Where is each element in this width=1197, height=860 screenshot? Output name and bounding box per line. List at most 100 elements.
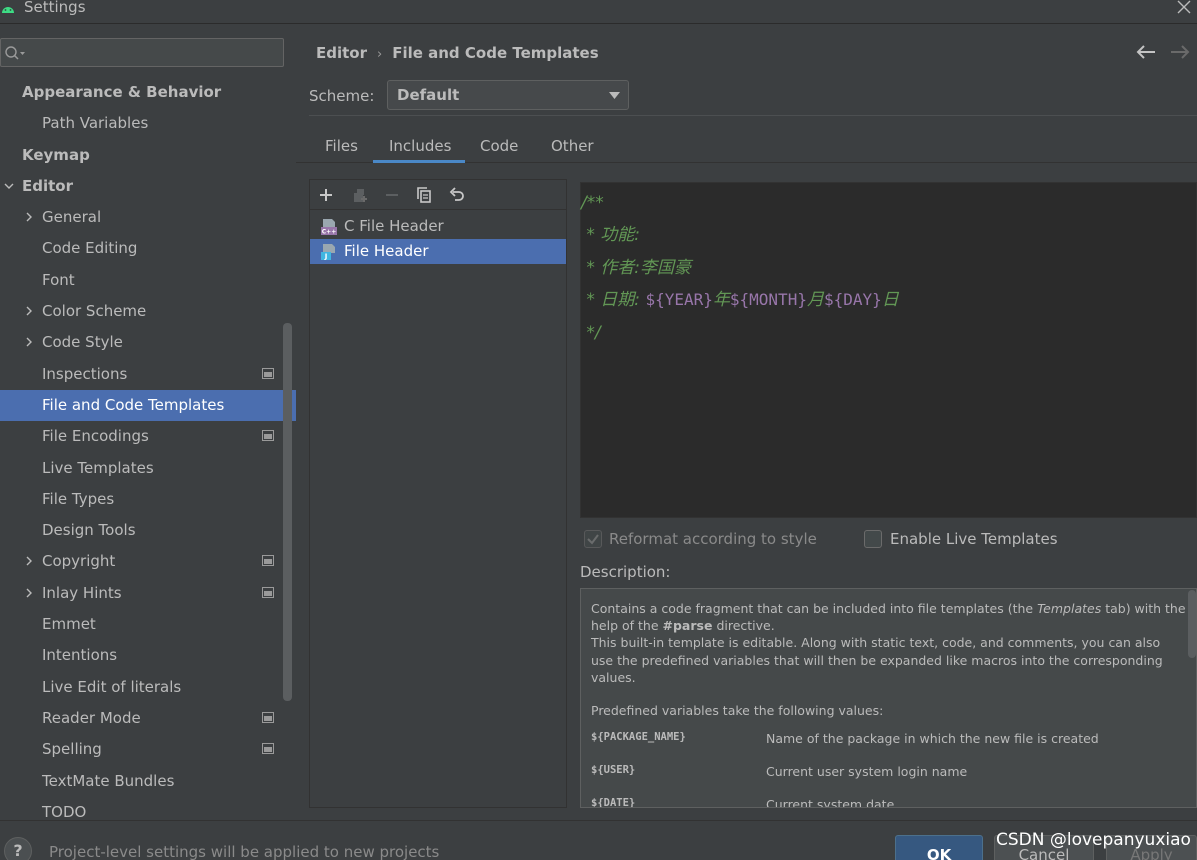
chevron-right-icon[interactable] [24, 556, 34, 566]
forward-arrow-icon[interactable] [1170, 45, 1190, 59]
sidebar-item-todo[interactable]: TODO [0, 797, 296, 820]
search-icon[interactable] [4, 45, 26, 61]
breadcrumb: Editor › File and Code Templates [316, 44, 599, 62]
sidebar-item-spelling[interactable]: Spelling [0, 734, 296, 765]
variable-name: ${DATE} [591, 797, 636, 808]
sidebar-item-file-types[interactable]: File Types [0, 484, 296, 515]
template-variable: ${MONTH} [729, 290, 807, 310]
remove-icon[interactable] [384, 187, 400, 203]
sidebar-item-inspections[interactable]: Inspections [0, 359, 296, 390]
scheme-value: Default [397, 86, 460, 104]
template-code-editor[interactable]: /** * 功能: * 作者:李国豪 * 日期: ${YEAR}年${MONTH… [580, 182, 1197, 518]
code-line: /** [581, 187, 1196, 219]
scheme-dropdown[interactable]: Default [387, 80, 629, 110]
checkmark-icon [587, 534, 599, 545]
tab-other[interactable]: Other [551, 137, 594, 155]
sidebar-item-intentions[interactable]: Intentions [0, 640, 296, 671]
template-list-item-label: File Header [344, 242, 429, 260]
reformat-checkbox[interactable] [584, 530, 602, 548]
back-arrow-icon[interactable] [1136, 45, 1156, 59]
search-input[interactable] [29, 42, 279, 64]
chevron-right-icon[interactable] [24, 306, 34, 316]
add-child-icon[interactable] [352, 187, 368, 203]
sidebar-item-label: Copyright [42, 552, 116, 571]
project-scope-icon [262, 743, 274, 755]
code-comment: * 作者:李国豪 [581, 257, 692, 278]
sidebar-item-font[interactable]: Font [0, 265, 296, 296]
live-templates-checkbox[interactable] [864, 530, 882, 548]
variable-name: ${USER} [591, 764, 636, 777]
template-list-toolbar [310, 180, 566, 210]
reset-icon[interactable] [449, 187, 465, 203]
code-comment: 月 [806, 290, 824, 311]
code-comment: /** [581, 193, 604, 213]
sidebar-item-label: Intentions [42, 646, 118, 665]
sidebar-item-appearance-behavior[interactable]: Appearance & Behavior [0, 77, 296, 108]
project-scope-icon [262, 711, 274, 723]
sidebar-item-color-scheme[interactable]: Color Scheme [0, 296, 296, 327]
tab-includes[interactable]: Includes [389, 137, 451, 155]
tab-files[interactable]: Files [325, 137, 358, 155]
code-comment: * 功能: [581, 225, 641, 246]
sidebar-item-path-variables[interactable]: Path Variables [0, 108, 296, 139]
sidebar-item-file-and-code-templates[interactable]: File and Code Templates [0, 389, 296, 422]
description-label: Description: [580, 563, 671, 581]
breadcrumb-parent[interactable]: Editor [316, 44, 367, 62]
sidebar-item-code-style[interactable]: Code Style [0, 327, 296, 358]
sidebar-item-keymap[interactable]: Keymap [0, 140, 296, 171]
code-comment: 日 [881, 290, 899, 311]
description-scrollbar[interactable] [1188, 590, 1196, 658]
close-icon[interactable] [1177, 0, 1191, 14]
sidebar-item-inlay-hints[interactable]: Inlay Hints [0, 578, 296, 609]
code-comment: */ [581, 322, 601, 343]
sidebar-item-design-tools[interactable]: Design Tools [0, 515, 296, 546]
help-button[interactable]: ? [4, 837, 32, 860]
sidebar-item-label: File Types [42, 489, 115, 508]
tab-code[interactable]: Code [480, 137, 518, 155]
chevron-right-icon[interactable] [24, 337, 34, 347]
sidebar-item-label: Emmet [42, 615, 96, 634]
sidebar-item-emmet[interactable]: Emmet [0, 609, 296, 640]
svg-text:C++: C++ [322, 229, 336, 236]
svg-text:J: J [324, 253, 328, 261]
chevron-right-icon[interactable] [24, 212, 34, 222]
sidebar-item-label: File Encodings [42, 427, 149, 446]
sidebar-item-label: Path Variables [42, 114, 149, 133]
settings-sidebar: Appearance & Behavior Path Variables Keyma… [0, 25, 296, 820]
code-line: * 日期: ${YEAR}年${MONTH}月${DAY}日 [581, 284, 1196, 316]
sidebar-item-live-edit-of-literals[interactable]: Live Edit of literals [0, 672, 296, 703]
sidebar-item-label: TODO [42, 802, 87, 820]
chevron-right-icon[interactable] [24, 588, 34, 598]
ok-button[interactable]: OK [895, 835, 983, 860]
code-line: * 功能: [581, 219, 1196, 251]
cpp-file-icon: C++ [321, 219, 337, 236]
sidebar-item-label: General [42, 208, 102, 227]
code-line: */ [581, 317, 1196, 349]
settings-search-box[interactable] [0, 38, 284, 67]
sidebar-item-label: Inspections [42, 364, 128, 383]
sidebar-item-general[interactable]: General [0, 202, 296, 233]
template-list-item-selected[interactable]: J File Header [310, 239, 566, 264]
template-list-item[interactable]: C++ C File Header [310, 214, 566, 239]
description-variables-heading: Predefined variables take the following … [591, 703, 884, 719]
sidebar-scrollbar[interactable] [283, 323, 292, 701]
project-scope-icon [262, 555, 274, 567]
variable-name: ${PACKAGE_NAME} [591, 731, 686, 744]
sidebar-item-label: Font [42, 270, 75, 289]
add-icon[interactable] [318, 187, 334, 203]
active-tab-indicator [373, 160, 465, 163]
code-comment: 年 [712, 290, 730, 311]
sidebar-item-reader-mode[interactable]: Reader Mode [0, 703, 296, 734]
sidebar-item-textmate-bundles[interactable]: TextMate Bundles [0, 766, 296, 797]
chevron-down-icon[interactable] [4, 181, 14, 191]
sidebar-item-label: File and Code Templates [42, 395, 225, 414]
title-bar: Settings [0, 0, 1197, 24]
sidebar-item-live-templates[interactable]: Live Templates [0, 453, 296, 484]
sidebar-item-copyright[interactable]: Copyright [0, 546, 296, 577]
copy-icon[interactable] [416, 187, 432, 203]
scheme-label: Scheme: [309, 87, 375, 105]
project-scope-icon [262, 430, 274, 442]
sidebar-item-file-encodings[interactable]: File Encodings [0, 421, 296, 452]
sidebar-item-code-editing[interactable]: Code Editing [0, 233, 296, 264]
sidebar-item-editor[interactable]: Editor [0, 171, 296, 202]
